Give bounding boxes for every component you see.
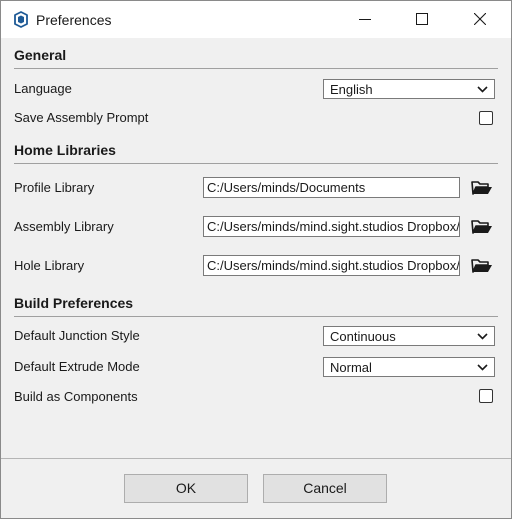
ok-button[interactable]: OK: [124, 474, 248, 503]
default-extrude-mode-select[interactable]: Normal: [323, 357, 495, 377]
chevron-down-icon: [477, 364, 488, 371]
section-general: General: [14, 47, 498, 69]
minimize-icon: [359, 19, 371, 20]
preferences-dialog: Preferences General Language English Sav…: [0, 0, 512, 519]
close-button[interactable]: [451, 1, 509, 38]
window-title: Preferences: [36, 12, 112, 28]
minimize-button[interactable]: [336, 1, 394, 38]
section-heading-general: General: [14, 47, 67, 63]
maximize-button[interactable]: [393, 1, 451, 38]
section-divider: [14, 68, 498, 69]
language-label: Language: [14, 81, 72, 96]
hole-library-value: C:/Users/minds/mind.sight.studios Dropbo…: [207, 258, 460, 273]
assembly-library-input[interactable]: C:/Users/minds/mind.sight.studios Dropbo…: [203, 216, 460, 237]
language-select-value: English: [330, 82, 373, 97]
assembly-library-value: C:/Users/minds/mind.sight.studios Dropbo…: [207, 219, 460, 234]
hole-library-input[interactable]: C:/Users/minds/mind.sight.studios Dropbo…: [203, 255, 460, 276]
folder-open-icon[interactable]: [471, 179, 493, 197]
profile-library-value: C:/Users/minds/Documents: [207, 180, 366, 195]
junction-select-value: Continuous: [330, 329, 396, 344]
close-icon: [474, 13, 486, 25]
section-heading-build-preferences: Build Preferences: [14, 295, 134, 311]
assembly-library-label: Assembly Library: [14, 219, 114, 234]
folder-open-icon[interactable]: [471, 257, 493, 275]
language-select[interactable]: English: [323, 79, 495, 99]
maximize-icon: [416, 13, 428, 25]
save-assembly-prompt-checkbox[interactable]: [479, 111, 493, 125]
default-junction-style-label: Default Junction Style: [14, 328, 140, 343]
title-bar[interactable]: Preferences: [1, 1, 511, 38]
build-as-components-label: Build as Components: [14, 389, 138, 404]
chevron-down-icon: [477, 333, 488, 340]
folder-open-icon[interactable]: [471, 218, 493, 236]
section-divider: [14, 163, 498, 164]
section-home-libraries: Home Libraries: [14, 142, 498, 164]
chevron-down-icon: [477, 86, 488, 93]
profile-library-label: Profile Library: [14, 180, 95, 195]
sketchup-logo-icon: [14, 11, 28, 28]
section-divider: [14, 316, 498, 317]
build-as-components-checkbox[interactable]: [479, 389, 493, 403]
section-heading-home-libraries: Home Libraries: [14, 142, 116, 158]
hole-library-label: Hole Library: [14, 258, 85, 273]
dialog-footer: OK Cancel: [1, 459, 511, 518]
section-build-preferences: Build Preferences: [14, 295, 498, 317]
profile-library-input[interactable]: C:/Users/minds/Documents: [203, 177, 460, 198]
cancel-button[interactable]: Cancel: [263, 474, 387, 503]
save-assembly-prompt-label: Save Assembly Prompt: [14, 110, 149, 125]
extrude-select-value: Normal: [330, 360, 372, 375]
default-extrude-mode-label: Default Extrude Mode: [14, 359, 140, 374]
default-junction-style-select[interactable]: Continuous: [323, 326, 495, 346]
